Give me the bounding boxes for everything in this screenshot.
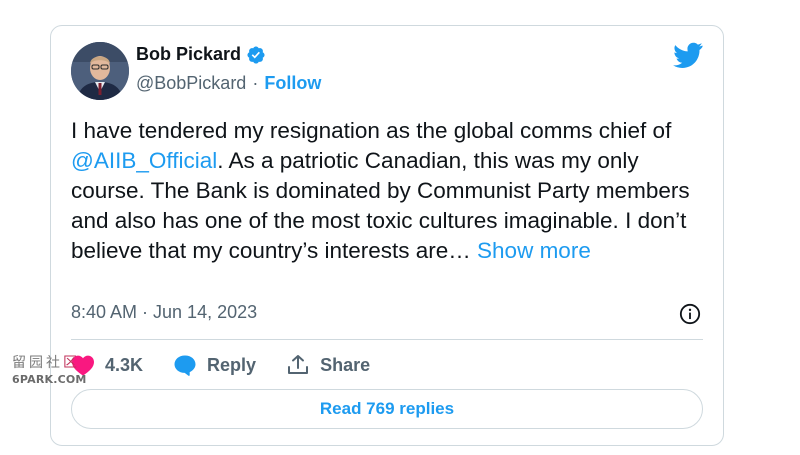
tweet-timestamp[interactable]: 8:40 AM · Jun 14, 2023 xyxy=(71,302,257,323)
tweet-card: Bob Pickard @BobPickard · Follow I have … xyxy=(50,25,724,446)
author-name[interactable]: Bob Pickard xyxy=(136,44,241,65)
tweet-text-part1: I have tendered my resignation as the gl… xyxy=(71,118,672,143)
divider xyxy=(71,339,703,340)
watermark-char: 留 xyxy=(12,355,26,371)
show-more-link[interactable]: Show more xyxy=(477,238,591,263)
twitter-bird-icon[interactable] xyxy=(673,42,703,68)
share-button[interactable]: Share xyxy=(286,354,370,376)
watermark-char: 社 xyxy=(46,355,60,371)
author-row: Bob Pickard xyxy=(136,44,266,65)
tweet-text: I have tendered my resignation as the gl… xyxy=(71,116,711,266)
read-replies-button[interactable]: Read 769 replies xyxy=(71,389,703,429)
mention-link[interactable]: @AIIB_Official xyxy=(71,148,217,173)
watermark-url: 6PARK.COM xyxy=(12,373,87,386)
reply-button[interactable]: Reply xyxy=(173,354,256,376)
watermark-char: 园 xyxy=(29,355,43,371)
action-bar: 4.3K Reply Share xyxy=(71,352,400,378)
likes-count: 4.3K xyxy=(105,354,144,375)
info-icon[interactable] xyxy=(679,303,701,325)
watermark-chars: 留 园 社 区 xyxy=(12,352,96,372)
reply-label: Reply xyxy=(207,354,257,375)
avatar[interactable] xyxy=(71,42,129,100)
watermark-char: 区 xyxy=(63,355,77,371)
author-handle[interactable]: @BobPickard xyxy=(136,73,246,94)
follow-button[interactable]: Follow xyxy=(264,73,321,94)
site-watermark: 留 园 社 区 6PARK.COM xyxy=(12,352,96,386)
handle-row: @BobPickard · Follow xyxy=(136,73,321,94)
verified-badge-icon xyxy=(247,45,265,64)
share-icon xyxy=(288,355,309,374)
share-label: Share xyxy=(320,354,371,375)
reply-bubble-icon xyxy=(174,355,196,376)
avatar-image xyxy=(71,42,129,100)
separator-dot: · xyxy=(252,73,259,93)
